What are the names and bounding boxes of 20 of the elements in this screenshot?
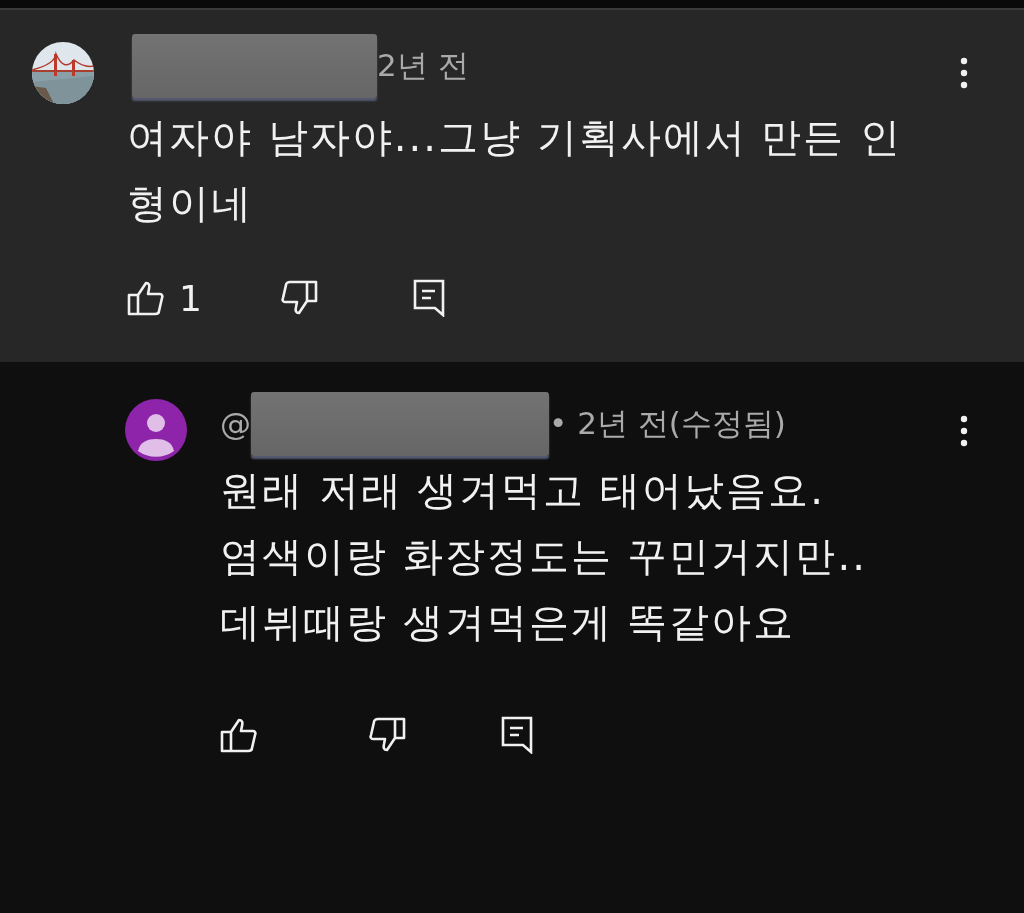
more-options-icon[interactable] [960,415,968,447]
comment-text: 여자야 남자야...그냥 기획사에서 만든 인형이네 [127,113,903,228]
comment-text: 원래 저래 생겨먹고 태어났음요. 염색이랑 화장정도는 꾸민거지만.. 데뷔때랑 생겨먹은게 똑같아요 [220,466,868,647]
thumbs-down-icon [368,717,406,753]
thumbs-up-icon [220,717,258,753]
comment-icon [412,279,445,317]
dislike-button[interactable] [368,717,406,753]
more-options-icon[interactable] [960,57,968,89]
avatar-icon [125,399,187,461]
comment-time: • 2년 전(수정됨) [549,404,786,443]
like-button[interactable]: 1 [127,277,202,319]
comment-icon [501,716,533,754]
reply-button[interactable] [501,716,533,754]
dislike-button[interactable] [279,280,318,316]
thumbs-down-icon [279,280,318,316]
reply-button[interactable] [412,279,445,317]
thumbs-up-icon [127,280,165,316]
comment-time: 2년 전 [377,46,469,85]
handle-at-sign: @ [220,406,251,442]
like-button[interactable] [220,717,258,753]
